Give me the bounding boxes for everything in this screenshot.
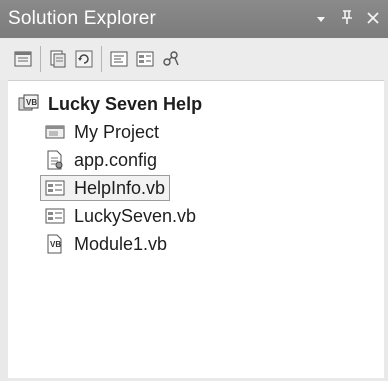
toolbar-separator [101,46,102,72]
view-code-icon[interactable] [108,48,130,70]
explorer-toolbar [0,38,388,80]
svg-text:VB: VB [26,98,37,107]
pin-icon[interactable] [336,9,358,30]
tree-item-app-config[interactable]: app.config [44,147,157,173]
tree-item-label: app.config [74,149,158,170]
refresh-icon[interactable] [73,48,95,70]
panel-titlebar: Solution Explorer [0,0,388,38]
tree-item-label: Module1.vb [74,233,168,254]
module-file-icon: VB [44,234,66,254]
properties-icon[interactable] [12,48,34,70]
class-diagram-icon[interactable] [160,48,182,70]
tree-item-luckyseven[interactable]: LuckySeven.vb [44,203,196,229]
show-all-files-icon[interactable] [47,48,69,70]
solution-tree: VB Lucky Seven Help My Project app.confi… [8,80,384,378]
view-designer-icon[interactable] [134,48,156,70]
tree-root-project[interactable]: VB Lucky Seven Help [18,91,202,117]
tree-item-module1[interactable]: VB Module1.vb [44,231,167,257]
tree-item-helpinfo[interactable]: HelpInfo.vb [44,175,165,201]
form-file-icon [44,206,66,226]
tree-item-label: My Project [74,121,160,142]
close-icon[interactable] [362,9,384,30]
solution-explorer-panel: Solution Explorer VB Lucky Seven Help My… [0,0,388,381]
dropdown-arrow-icon[interactable] [310,9,332,30]
form-file-icon [44,178,66,198]
config-file-icon [44,150,66,170]
tree-item-label: Lucky Seven Help [48,93,203,114]
svg-text:VB: VB [50,240,61,249]
my-project-icon [44,122,66,142]
tree-item-label: LuckySeven.vb [74,205,197,226]
vb-project-icon: VB [18,94,40,114]
tree-item-label: HelpInfo.vb [74,177,166,198]
tree-item-my-project[interactable]: My Project [44,119,159,145]
toolbar-separator [40,46,41,72]
panel-title: Solution Explorer [8,8,157,29]
